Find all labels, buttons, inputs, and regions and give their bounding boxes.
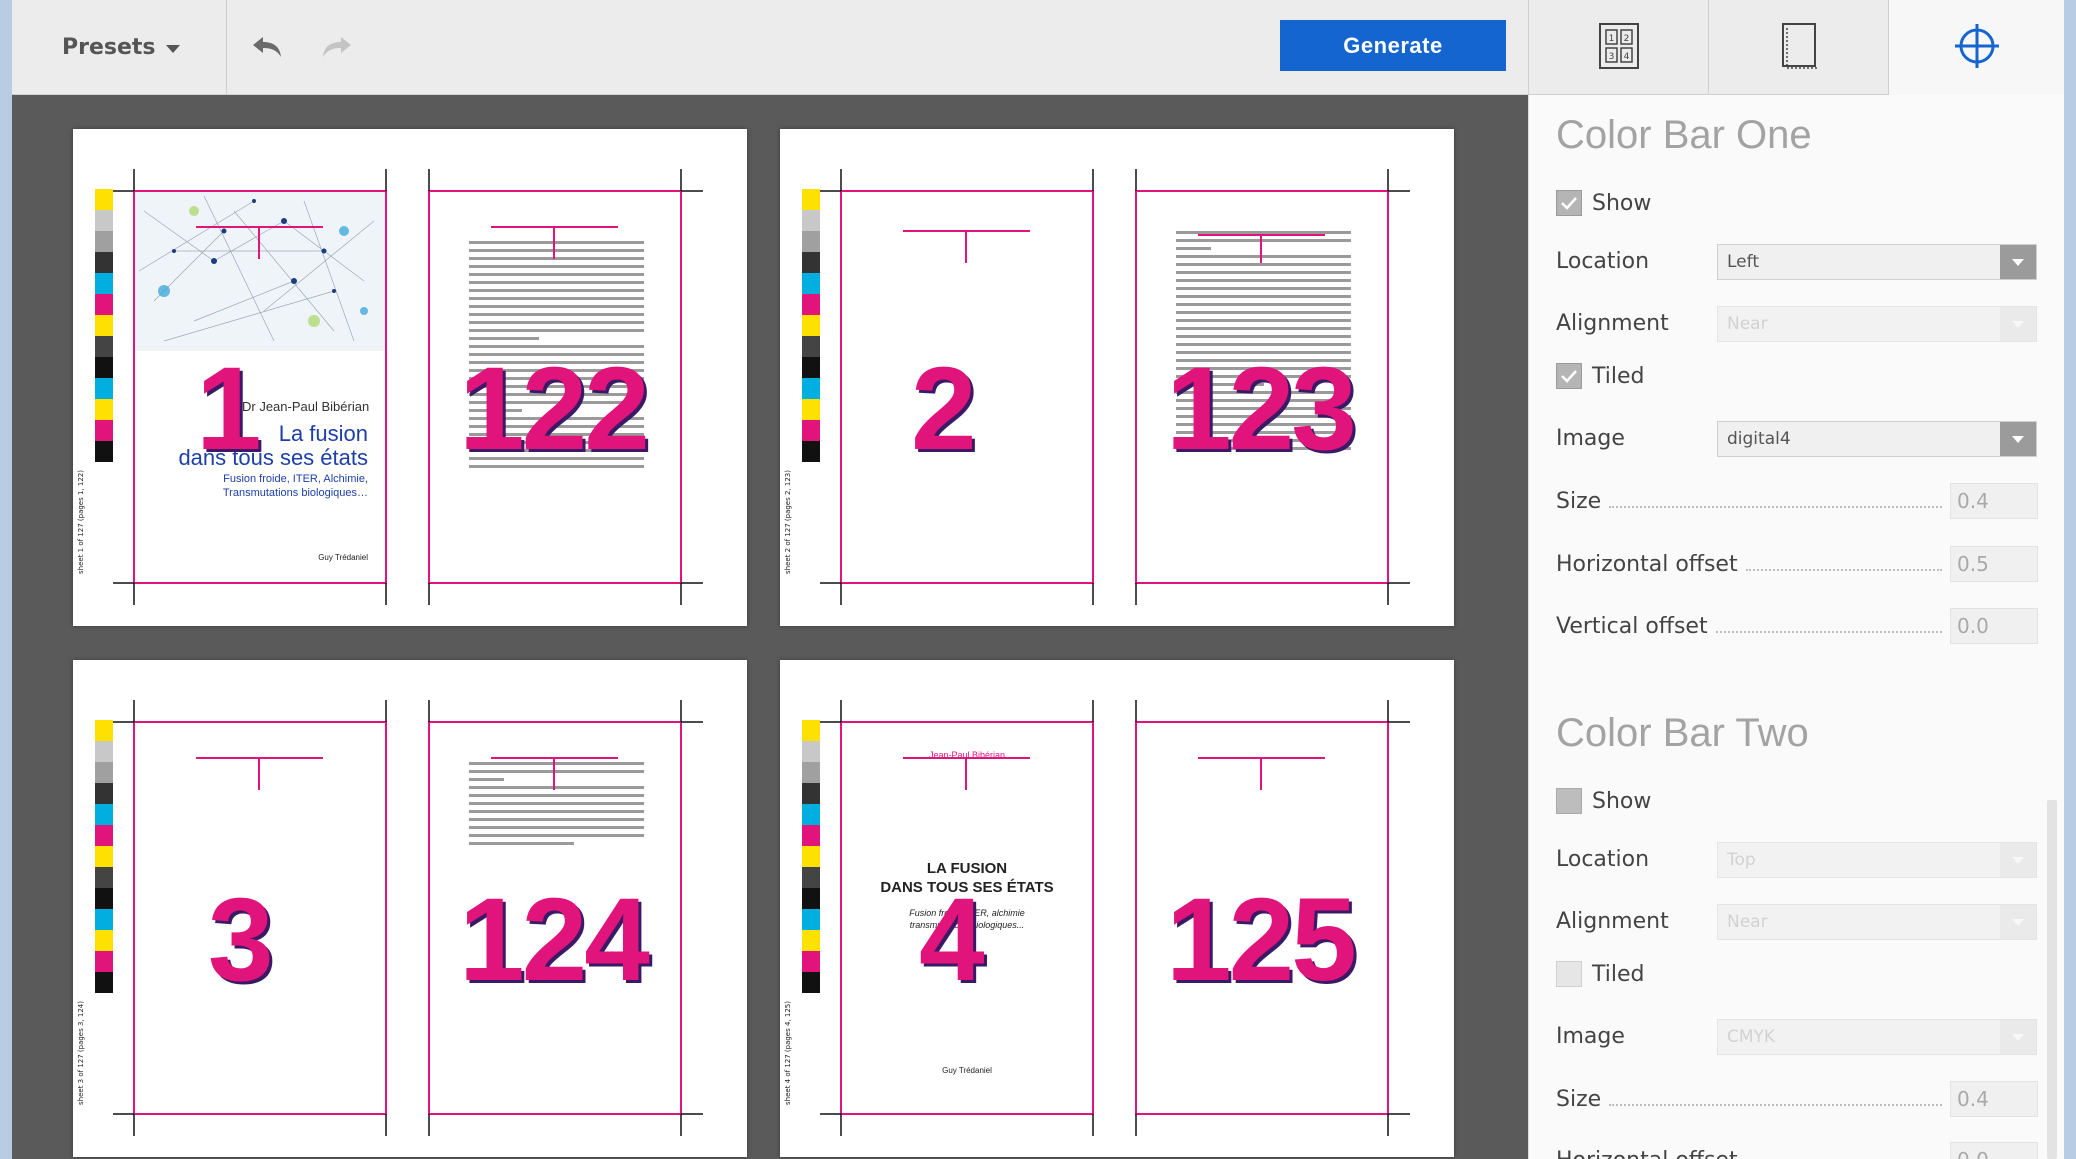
horizontal-offset-row: Horizontal offset 0.0 [1556,1142,2038,1159]
panel-scrollbar[interactable] [2047,800,2057,1159]
image-select[interactable]: digital4 [1717,421,2037,457]
leader-dots [1609,494,1942,508]
sheet-preview[interactable]: sheet 1 of 127 (pages 1, 122) Dr Jean-Pa… [73,129,747,626]
leader-dots [1745,557,1942,571]
svg-text:4: 4 [1623,52,1629,62]
horizontal-offset-label: Horizontal offset [1556,1148,1738,1159]
window-edge-left [0,0,12,1159]
alignment-value: Near [1727,314,1768,334]
chevron-down-icon [2000,422,2036,456]
size-input[interactable]: 0.4 [1950,1081,2038,1117]
sheet-preview[interactable]: sheet 2 of 127 (pages 2, 123) 2 123 [780,129,1454,626]
tab-imposition[interactable]: 1 2 3 4 [1528,0,1708,95]
chevron-down-icon [2000,245,2036,279]
checkmark-icon [1561,370,1577,383]
chevron-down-icon [2000,307,2036,341]
section-title-color-bar-one: Color Bar One [1556,113,1812,157]
alignment-label: Alignment [1556,311,1669,336]
location-label: Location [1556,847,1650,872]
show-checkbox[interactable] [1556,788,1582,814]
trim-and-crop-marks [113,169,703,605]
trim-and-crop-marks [820,700,1410,1136]
toolbar: Presets Generate [12,0,1528,95]
size-label: Size [1556,488,1602,514]
trim-and-crop-marks [820,169,1410,605]
window-edge-right [2064,0,2076,1159]
trim-and-crop-marks [113,700,703,1136]
tiled-checkbox[interactable] [1556,363,1582,389]
alignment-label: Alignment [1556,909,1669,934]
horizontal-offset-row: Horizontal offset 0.5 [1556,546,2038,582]
svg-text:3: 3 [1608,52,1614,62]
location-select[interactable]: Top [1717,842,2037,878]
size-input[interactable]: 0.4 [1950,483,2038,519]
tab-marks[interactable] [1888,0,2064,95]
show-label: Show [1592,789,1652,814]
presets-label: Presets [62,34,156,60]
horizontal-offset-input[interactable]: 0.5 [1950,546,2038,582]
show-checkbox[interactable] [1556,190,1582,216]
location-value: Left [1727,252,1759,272]
image-value: CMYK [1727,1027,1776,1047]
section-title-color-bar-two: Color Bar Two [1556,711,1809,755]
vertical-offset-input[interactable]: 0.0 [1950,608,2038,644]
chevron-down-icon [165,45,180,53]
sheet-preview[interactable]: sheet 4 of 127 (pages 4, 125) Jean-Paul … [780,660,1454,1157]
leader-dots [1715,619,1942,633]
alignment-select[interactable]: Near [1717,306,2037,342]
image-label: Image [1556,1024,1625,1049]
tiled-checkbox[interactable] [1556,961,1582,987]
chevron-down-icon [2000,843,2036,877]
preview-workspace[interactable]: sheet 1 of 127 (pages 1, 122) Dr Jean-Pa… [12,95,1516,1159]
sheet-preview[interactable]: sheet 3 of 127 (pages 3, 124) 3 124 [73,660,747,1157]
horizontal-offset-label: Horizontal offset [1556,551,1738,577]
generate-button[interactable]: Generate [1280,20,1506,71]
chevron-down-icon [2000,905,2036,939]
presets-dropdown[interactable]: Presets [12,0,227,95]
app-window: Presets Generate 1 2 3 4 sheet 1 of 127 … [0,0,2076,1159]
leader-dots [1746,1153,1942,1159]
size-row: Size 0.4 [1556,483,2038,519]
tiled-label: Tiled [1592,962,1645,987]
vertical-offset-row: Vertical offset 0.0 [1556,608,2038,644]
image-label: Image [1556,426,1625,451]
tiled-label: Tiled [1592,364,1645,389]
vertical-offset-label: Vertical offset [1556,613,1708,639]
panel-tabbar: 1 2 3 4 [1528,0,2064,95]
image-select[interactable]: CMYK [1717,1019,2037,1055]
imposition-layout-icon: 1 2 3 4 [1598,22,1640,74]
location-label: Location [1556,249,1650,274]
location-value: Top [1727,850,1756,870]
alignment-select[interactable]: Near [1717,904,2037,940]
size-row: Size 0.4 [1556,1081,2038,1117]
location-select[interactable]: Left [1717,244,2037,280]
checkmark-icon [1561,197,1577,210]
undo-redo-group [227,27,357,67]
leader-dots [1609,1092,1942,1106]
image-value: digital4 [1727,429,1791,449]
undo-icon[interactable] [247,27,287,67]
page-setup-icon [1779,22,1819,74]
horizontal-offset-input[interactable]: 0.0 [1950,1142,2038,1159]
marks-settings-panel: Color Bar One Show Location Left Alignme… [1528,95,2064,1159]
redo-icon[interactable] [317,27,357,67]
alignment-value: Near [1727,912,1768,932]
svg-text:1: 1 [1608,34,1614,44]
marks-crosshair-icon [1953,22,2001,74]
size-label: Size [1556,1086,1602,1112]
tab-page-setup[interactable] [1708,0,1888,95]
show-label: Show [1592,191,1652,216]
svg-text:2: 2 [1623,34,1629,44]
chevron-down-icon [2000,1020,2036,1054]
